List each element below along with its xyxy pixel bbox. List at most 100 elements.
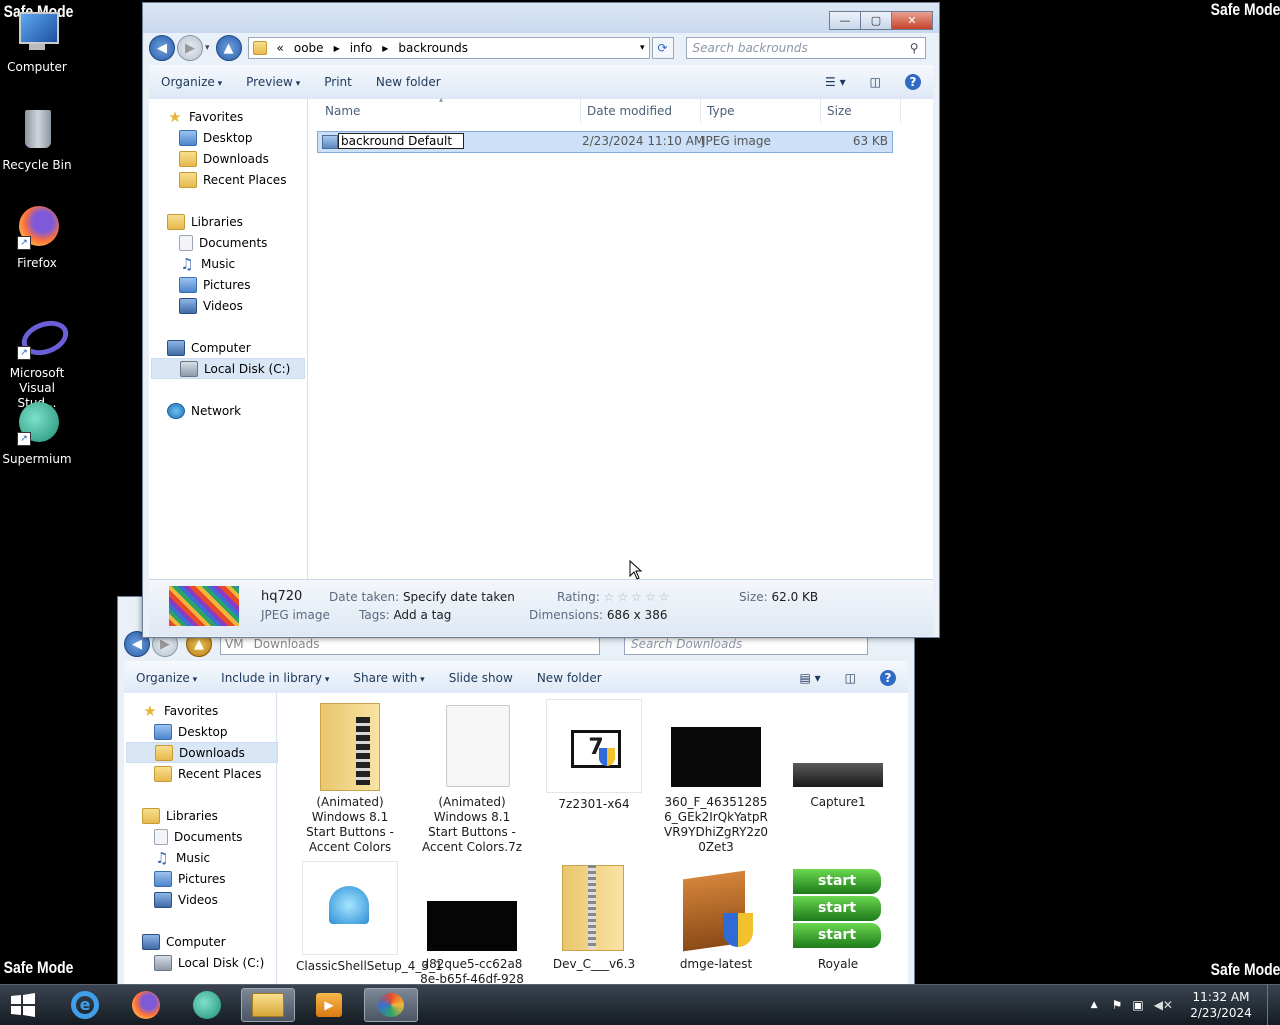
- windows-logo-icon: [11, 993, 35, 1017]
- share-with-button[interactable]: Share with: [353, 671, 424, 685]
- nav-computer[interactable]: Computer: [167, 338, 251, 357]
- taskbar-firefox[interactable]: [119, 988, 173, 1022]
- show-desktop-button[interactable]: [1267, 985, 1280, 1025]
- close-button[interactable]: ✕: [891, 11, 933, 30]
- nav-favorites[interactable]: ★ Favorites: [167, 107, 243, 126]
- help-icon[interactable]: ?: [905, 74, 921, 90]
- breadcrumb-separator-icon[interactable]: ▶: [382, 44, 388, 53]
- breadcrumb-item[interactable]: info: [350, 41, 373, 55]
- file-tile[interactable]: ClassicShellSetup_4_3_1: [296, 861, 443, 974]
- nav-downloads[interactable]: Downloads: [126, 742, 278, 763]
- nav-recent-places[interactable]: Recent Places: [179, 170, 286, 189]
- nav-downloads[interactable]: Downloads: [179, 149, 269, 168]
- downloads-window[interactable]: ◀ ▶ ▲ VM Downloads Search Downloads Orga…: [117, 596, 915, 1001]
- nav-pictures[interactable]: Pictures: [179, 275, 251, 294]
- desktop-icon-visual-studio[interactable]: ↗ Microsoft Visual Stud...: [0, 314, 74, 411]
- nav-music[interactable]: ♫ Music: [154, 848, 210, 867]
- column-header-size[interactable]: Size: [821, 99, 901, 123]
- file-tile[interactable]: dmge-latest: [662, 861, 770, 972]
- file-tile[interactable]: 360_F_463512856_GEk2IrQkYatpRVR9YDhiZgRY…: [662, 699, 770, 855]
- column-header-type[interactable]: Type: [701, 99, 821, 123]
- preview-button[interactable]: Preview: [246, 75, 300, 89]
- print-button[interactable]: Print: [324, 75, 352, 89]
- up-button[interactable]: ▲: [215, 35, 242, 61]
- refresh-icon[interactable]: ⟳: [651, 37, 674, 59]
- include-in-library-button[interactable]: Include in library: [221, 671, 329, 685]
- slide-show-button[interactable]: Slide show: [449, 671, 513, 685]
- network-status-icon[interactable]: ▣: [1132, 998, 1143, 1012]
- organize-button[interactable]: Organize: [161, 75, 222, 89]
- breadcrumb-item[interactable]: Downloads: [254, 637, 320, 651]
- rename-field[interactable]: [338, 133, 464, 149]
- taskbar-media-player[interactable]: ▶: [302, 988, 356, 1022]
- nav-local-disk[interactable]: Local Disk (C:): [151, 358, 305, 379]
- view-options-icon[interactable]: ☰ ▾: [825, 75, 846, 89]
- nav-desktop[interactable]: Desktop: [179, 128, 253, 147]
- maximize-button[interactable]: ▢: [860, 11, 892, 30]
- nav-videos[interactable]: Videos: [179, 296, 243, 315]
- title-bar[interactable]: — ▢ ✕: [143, 3, 939, 33]
- taskbar-supermium[interactable]: [180, 988, 234, 1022]
- taskbar-file-explorer[interactable]: [241, 988, 295, 1022]
- preview-pane-icon[interactable]: ◫: [845, 671, 856, 685]
- breadcrumb-separator-icon[interactable]: ▶: [334, 44, 340, 53]
- recent-pages-chevron-icon[interactable]: ▾: [205, 43, 210, 53]
- desktop-icon-computer[interactable]: Computer: [0, 8, 74, 75]
- file-tile[interactable]: (Animated) Windows 8.1 Start Buttons - A…: [296, 699, 404, 855]
- view-options-icon[interactable]: ▤ ▾: [799, 671, 820, 685]
- volume-muted-icon[interactable]: ◀✕: [1154, 998, 1173, 1012]
- start-button[interactable]: [0, 988, 46, 1022]
- file-tile[interactable]: start start start Royale: [784, 861, 892, 972]
- nav-network[interactable]: Network: [167, 401, 241, 420]
- nav-libraries[interactable]: Libraries: [167, 212, 243, 231]
- preview-pane-icon[interactable]: ◫: [870, 75, 881, 89]
- address-bar[interactable]: « oobe ▶ info ▶ backrounds ▾: [247, 37, 650, 59]
- file-tile[interactable]: 7 7z2301-x64: [540, 699, 648, 812]
- address-dropdown-icon[interactable]: ▾: [640, 43, 645, 53]
- taskbar-paint[interactable]: [364, 988, 418, 1022]
- date-taken-value[interactable]: Specify date taken: [403, 590, 515, 604]
- new-folder-button[interactable]: New folder: [376, 75, 441, 89]
- search-input[interactable]: Search backrounds ⚲: [685, 37, 926, 59]
- nav-documents[interactable]: Documents: [179, 233, 267, 252]
- nav-pictures[interactable]: Pictures: [154, 869, 226, 888]
- nav-recent-places[interactable]: Recent Places: [154, 764, 261, 783]
- breadcrumb-item[interactable]: oobe: [294, 41, 324, 55]
- taskbar-internet-explorer[interactable]: e: [58, 988, 112, 1022]
- backrounds-window[interactable]: — ▢ ✕ ◀ ▶ ▾ ▲ « oobe ▶ info ▶ backrounds…: [142, 2, 940, 638]
- organize-button[interactable]: Organize: [136, 671, 197, 685]
- nav-local-disk[interactable]: Local Disk (C:): [154, 953, 264, 972]
- tags-value[interactable]: Add a tag: [393, 608, 451, 622]
- desktop-icon-recycle-bin[interactable]: Recycle Bin: [0, 106, 74, 173]
- breadcrumb-overflow[interactable]: «: [277, 41, 284, 55]
- nav-desktop[interactable]: Desktop: [154, 722, 228, 741]
- breadcrumb-item[interactable]: VM: [225, 637, 244, 651]
- rating-stars[interactable]: ☆☆☆☆☆: [604, 590, 673, 604]
- nav-music[interactable]: ♫ Music: [179, 254, 235, 273]
- breadcrumb-item[interactable]: backrounds: [398, 41, 468, 55]
- nav-libraries[interactable]: Libraries: [142, 806, 218, 825]
- back-button[interactable]: ◀: [149, 35, 175, 61]
- 7zip-installer-icon: 7: [546, 699, 642, 793]
- nav-documents[interactable]: Documents: [154, 827, 242, 846]
- clock[interactable]: 11:32 AM 2/23/2024: [1183, 989, 1259, 1021]
- file-row[interactable]: 2/23/2024 11:10 AM JPEG image 63 KB: [317, 131, 893, 153]
- nav-computer[interactable]: Computer: [142, 932, 226, 951]
- file-tile[interactable]: d82que5-cc62a88e-b65f-46df-9282: [418, 861, 526, 1002]
- forward-button[interactable]: ▶: [177, 35, 203, 61]
- column-header-name[interactable]: Name ▴: [319, 95, 581, 123]
- desktop-icon-supermium[interactable]: ↗ Supermium: [0, 400, 74, 467]
- new-folder-button[interactable]: New folder: [537, 671, 602, 685]
- column-header-date[interactable]: Date modified: [581, 99, 701, 123]
- minimize-button[interactable]: —: [829, 11, 861, 30]
- nav-favorites[interactable]: ★ Favorites: [142, 701, 218, 720]
- help-icon[interactable]: ?: [880, 670, 896, 686]
- file-tile[interactable]: Capture1: [784, 699, 892, 810]
- file-tile[interactable]: (Animated) Windows 8.1 Start Buttons - A…: [418, 699, 526, 855]
- desktop-icon-firefox[interactable]: ↗ Firefox: [0, 204, 74, 271]
- show-hidden-icons-chevron-icon[interactable]: ▲: [1091, 1000, 1098, 1010]
- file-tile[interactable]: Dev_C___v6.3: [540, 861, 648, 972]
- action-center-flag-icon[interactable]: ⚑: [1112, 998, 1123, 1012]
- search-icon[interactable]: ⚲: [910, 41, 919, 55]
- nav-videos[interactable]: Videos: [154, 890, 218, 909]
